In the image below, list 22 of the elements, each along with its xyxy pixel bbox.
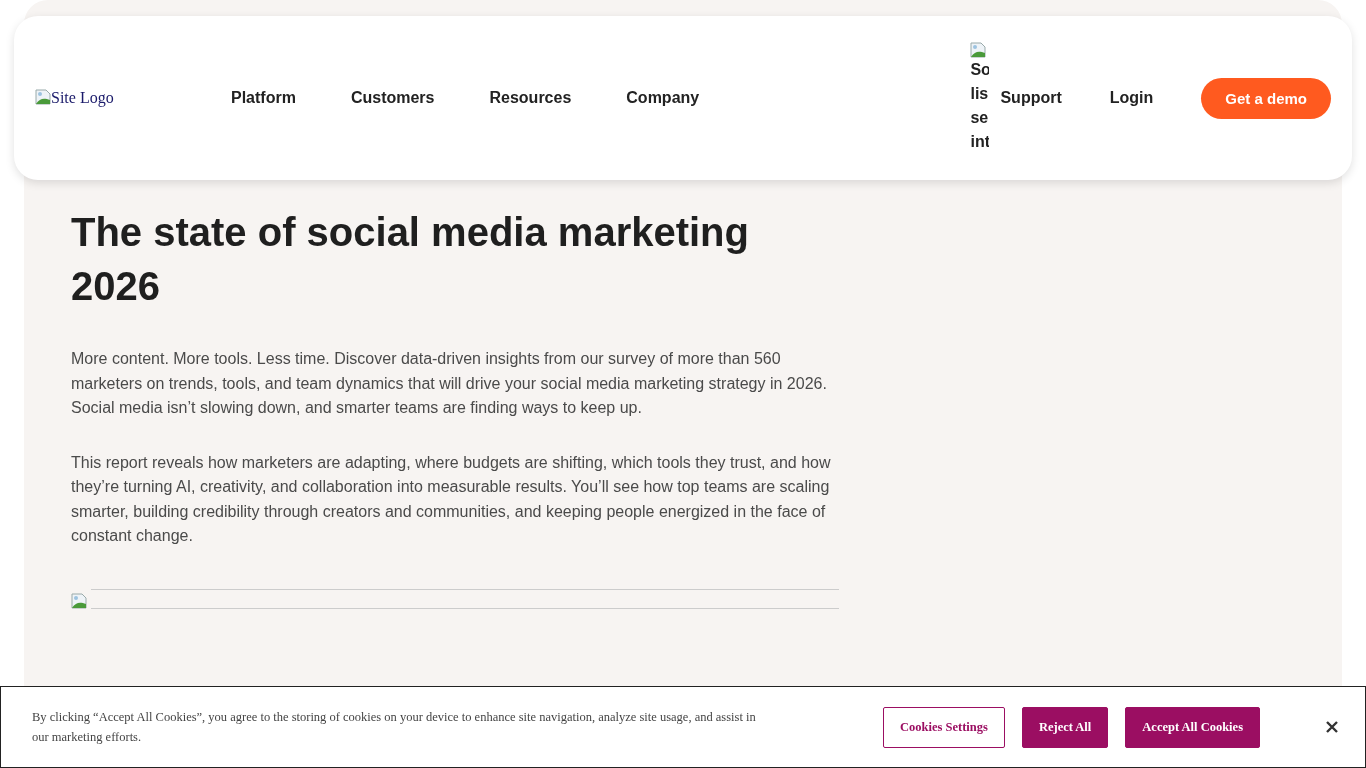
article-title: The state of social media marketing 2026 [71, 209, 750, 310]
site-logo[interactable]: Site Logo [35, 89, 231, 107]
nav-link[interactable]: Company [626, 89, 700, 107]
broken-image-icon [970, 42, 987, 58]
close-icon[interactable] [1325, 720, 1339, 734]
cookie-button[interactable]: Accept All Cookies [1125, 706, 1260, 748]
image-alt-text: lis [970, 84, 990, 104]
nav-link[interactable]: Platform [231, 89, 296, 107]
image-alt-text: int [970, 132, 990, 152]
nav-link[interactable]: Resources [489, 89, 572, 107]
broken-image-icon [71, 592, 87, 609]
cookie-button[interactable]: Reject All [1021, 706, 1109, 748]
article-paragraph: More content. More tools. Less time. Discover data-driven insights from our survey of more than 560 marketers on trends, tools, and team dynamics that will drive your social media marketing strategy in 2026. Social media isn’t slowing down, and smarter teams are finding ways to keep up. [71, 349, 828, 418]
image-alt-text: se [970, 108, 990, 128]
nav-link[interactable]: Customers [350, 89, 435, 107]
cookie-text: By clicking “Accept All Cookies”, you agree to the storing of cookies on your device to enhance site navigation, analyze site usage, and assist in our marketing efforts. [32, 709, 757, 746]
header-link[interactable]: Support [1000, 89, 1062, 107]
image-alt-text: So [970, 60, 990, 80]
header-link[interactable]: Login [1109, 89, 1154, 107]
article-paragraph: This report reveals how marketers are adapting, where budgets are shifting, which tools they trust, and how they’re turning AI, creativity, and collaboration into measurable results. You’ll see how top teams are scaling smarter, building credibility through creators and communities, and keeping people energized in the face of constant change. [71, 452, 832, 546]
cookie-button[interactable]: Cookies Settings [883, 706, 1005, 748]
broken-image-icon [35, 89, 51, 105]
